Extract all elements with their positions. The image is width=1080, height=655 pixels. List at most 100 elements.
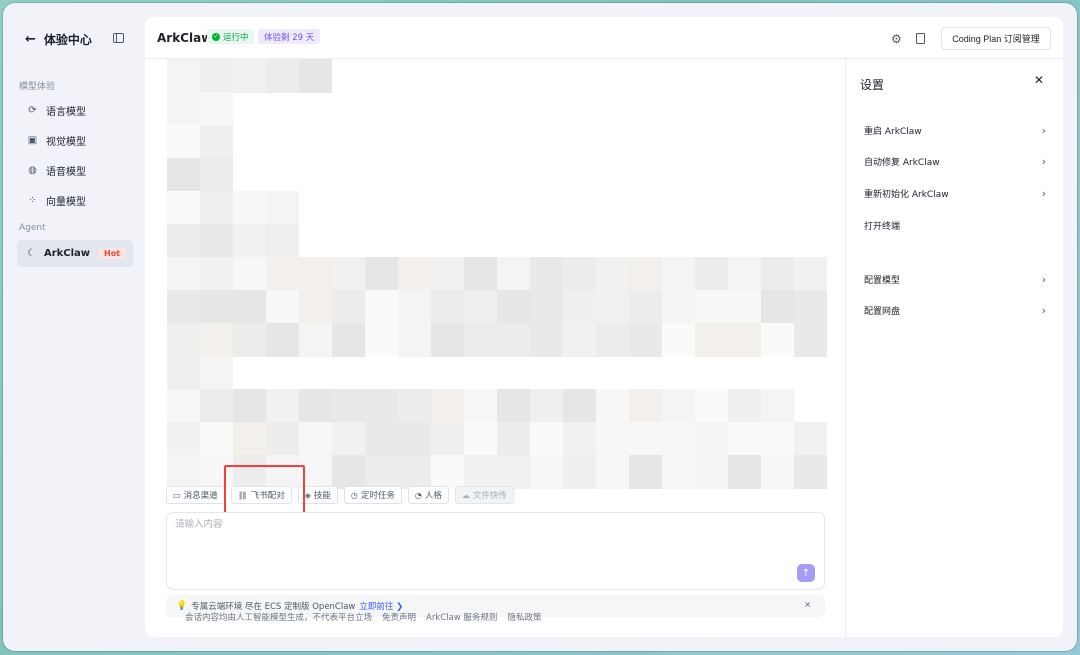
mosaic-cell: [563, 455, 596, 489]
footer-link-privacy[interactable]: 隐私政策: [507, 611, 541, 623]
mosaic-cell: [398, 422, 431, 456]
footer: 会话内容均由人工智能模型生成，不代表平台立场 免责声明 ArkClaw 服务规则…: [185, 611, 541, 623]
mosaic-cell: [794, 455, 827, 489]
chevron-right-icon: ›: [1041, 273, 1046, 286]
mosaic-cell: [662, 323, 695, 357]
settings-config-model[interactable]: 配置模型 ›: [864, 273, 1046, 286]
mosaic-cell: [431, 422, 464, 456]
tool-label: 消息渠道: [183, 491, 218, 501]
document-icon[interactable]: [916, 33, 925, 44]
mosaic-cell: [398, 290, 431, 324]
mosaic-cell: [200, 290, 233, 324]
mosaic-cell: [695, 422, 728, 456]
nav-group-agent: Agent: [19, 223, 46, 233]
sidebar-item-vision-model[interactable]: ▣ 视觉模型: [17, 127, 133, 154]
app-window: ← 体验中心 模型体验 ⟳ 语言模型 ▣ 视觉模型 ◍ 语音模型 ⁘ 向量模型 …: [3, 3, 1077, 651]
globe-icon: ◍: [28, 165, 37, 176]
settings-open-terminal[interactable]: 打开终端: [864, 219, 1046, 232]
mosaic-cell: [167, 59, 200, 93]
mosaic-cell: [596, 422, 629, 456]
mosaic-cell: [167, 191, 200, 225]
back-to-center[interactable]: ← 体验中心: [25, 31, 92, 48]
mosaic-cell: [497, 389, 530, 423]
mosaic-cell: [332, 323, 365, 357]
mosaic-cell: [662, 389, 695, 423]
footer-link-disclaimer[interactable]: 免责声明: [382, 611, 416, 623]
layers-icon: ◈: [304, 490, 311, 500]
mosaic-cell: [266, 59, 299, 93]
mosaic-cell: [596, 290, 629, 324]
mosaic-cell: [299, 290, 332, 324]
page-title: ArkClaw: [157, 31, 213, 45]
mosaic-cell: [695, 290, 728, 324]
close-icon[interactable]: ×: [804, 600, 811, 609]
chevron-right-icon: ›: [1041, 155, 1046, 168]
mosaic-cell: [761, 389, 794, 423]
mosaic-cell: [167, 323, 200, 357]
mosaic-cell: [596, 389, 629, 423]
chat-input[interactable]: [175, 519, 675, 530]
mosaic-cell: [728, 257, 761, 291]
sidebar-item-arkclaw[interactable]: ☾ ArkClaw Hot: [17, 240, 133, 267]
settings-restart[interactable]: 重启 ArkClaw ›: [864, 124, 1046, 137]
mosaic-cell: [200, 422, 233, 456]
claw-icon: ☾: [27, 248, 36, 259]
mosaic-cell: [332, 422, 365, 456]
close-icon[interactable]: ✕: [1034, 73, 1044, 87]
mosaic-cell: [761, 422, 794, 456]
settings-auto-repair[interactable]: 自动修复 ArkClaw ›: [864, 155, 1046, 168]
mosaic-cell: [629, 455, 662, 489]
tool-file-transfer[interactable]: ☁ 文件快传: [454, 486, 514, 504]
mosaic-cell: [167, 224, 200, 258]
check-circle-icon: ✓: [212, 32, 220, 41]
settings-config-drive[interactable]: 配置网盘 ›: [864, 304, 1046, 317]
footer-disclaimer: 会话内容均由人工智能模型生成，不代表平台立场: [185, 613, 373, 623]
mosaic-cell: [233, 224, 266, 258]
sidebar-item-speech-model[interactable]: ◍ 语音模型: [17, 157, 133, 184]
mosaic-cell: [530, 257, 563, 291]
settings-item-label: 打开终端: [864, 222, 901, 232]
tool-message-channel[interactable]: ▭ 消息渠道: [166, 486, 225, 504]
tool-scheduled-tasks[interactable]: ◷ 定时任务: [343, 486, 402, 504]
chevron-right-icon: ›: [1041, 304, 1046, 317]
send-button[interactable]: ↑: [797, 564, 815, 582]
mosaic-cell: [761, 455, 794, 489]
mosaic-cell: [563, 257, 596, 291]
sidebar-item-language-model[interactable]: ⟳ 语言模型: [17, 97, 133, 124]
mosaic-cell: [761, 290, 794, 324]
mosaic-cell: [365, 257, 398, 291]
coding-plan-button[interactable]: Coding Plan 订阅管理: [941, 27, 1051, 50]
mosaic-cell: [497, 422, 530, 456]
mosaic-cell: [398, 323, 431, 357]
mosaic-cell: [728, 323, 761, 357]
settings-reinitialize[interactable]: 重新初始化 ArkClaw ›: [864, 187, 1046, 200]
settings-panel: 设置 ✕ 重启 ArkClaw › 自动修复 ArkClaw › 重新初始化 A…: [845, 59, 1063, 637]
tool-label: 人格: [424, 491, 442, 501]
tool-persona[interactable]: ◔ 人格: [407, 486, 449, 504]
mosaic-cell: [167, 125, 200, 159]
footer-link-service-rules[interactable]: ArkClaw 服务规则: [426, 611, 497, 623]
mosaic-cell: [365, 290, 398, 324]
settings-item-label: 配置模型: [864, 276, 901, 286]
sidebar-collapse-icon[interactable]: [113, 33, 124, 43]
settings-item-label: 重新初始化 ArkClaw: [864, 190, 949, 200]
mosaic-cell: [431, 290, 464, 324]
mosaic-cell: [365, 323, 398, 357]
mosaic-cell: [662, 257, 695, 291]
arrow-up-icon: ↑: [801, 567, 811, 579]
sidebar-item-label: 视觉模型: [46, 137, 86, 148]
mosaic-cell: [794, 290, 827, 324]
sidebar-item-vector-model[interactable]: ⁘ 向量模型: [17, 187, 133, 214]
mosaic-cell: [167, 92, 200, 126]
mosaic-cell: [365, 389, 398, 423]
mosaic-cell: [233, 257, 266, 291]
mosaic-cell: [596, 455, 629, 489]
mosaic-cell: [497, 323, 530, 357]
mosaic-cell: [200, 158, 233, 192]
mosaic-cell: [530, 422, 563, 456]
gear-icon[interactable]: ⚙: [891, 32, 902, 46]
blurred-content: [167, 59, 831, 489]
tool-label: 技能: [313, 491, 331, 501]
mosaic-cell: [629, 257, 662, 291]
mosaic-cell: [695, 389, 728, 423]
